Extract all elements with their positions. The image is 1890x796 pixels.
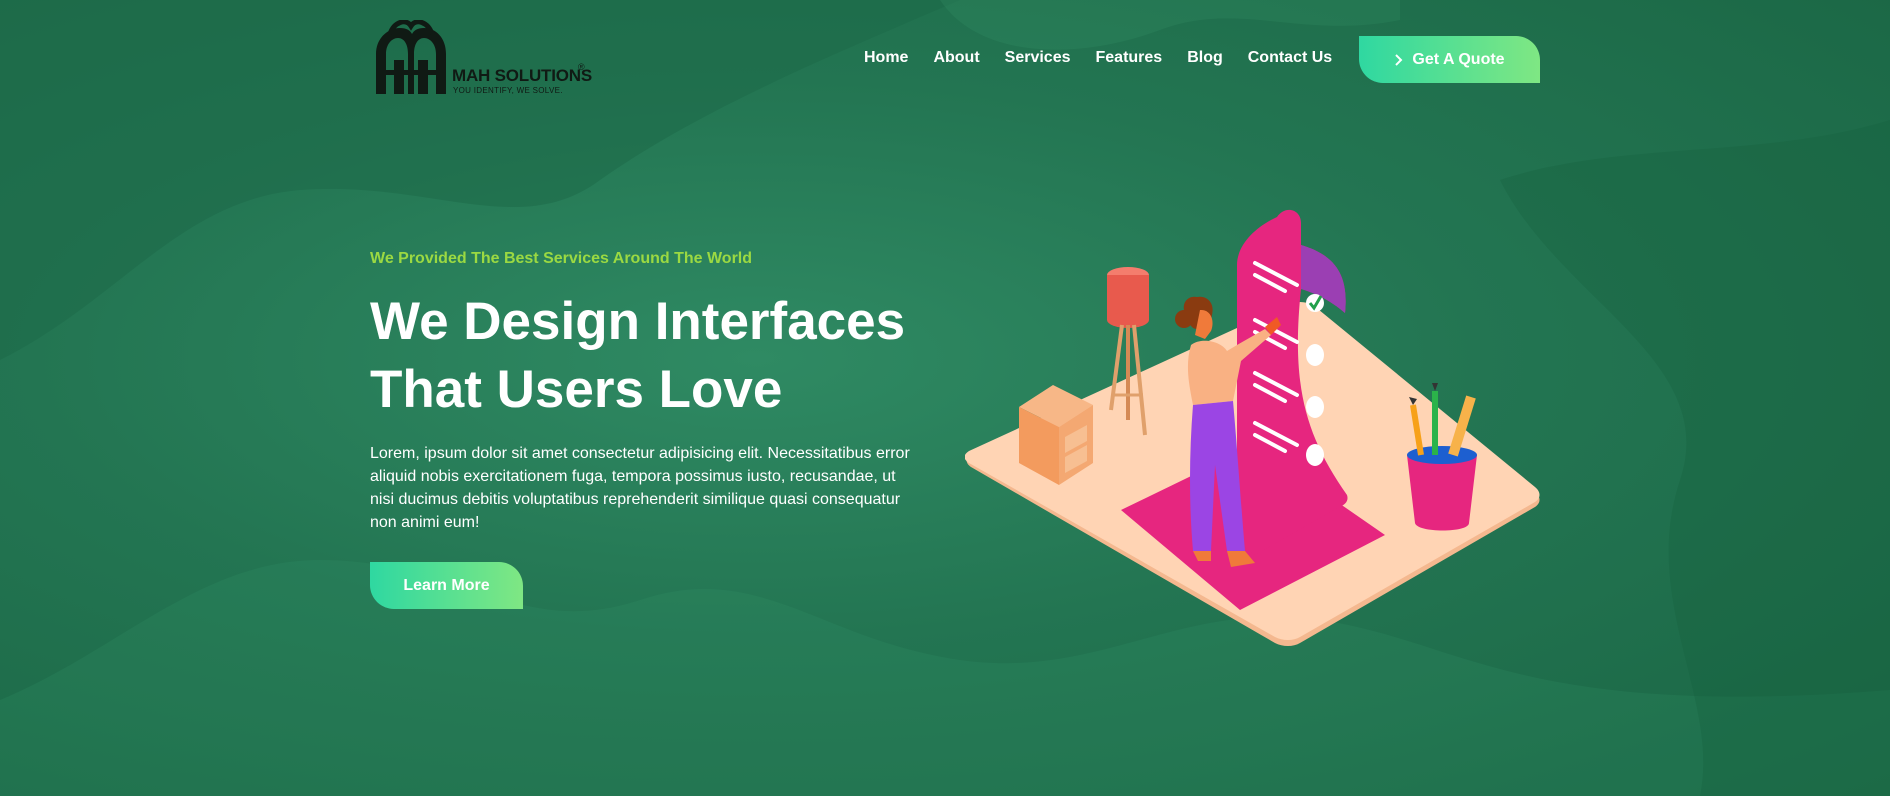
hero-illustration <box>965 209 1540 646</box>
registered-mark: ® <box>578 62 585 72</box>
brand-tagline: YOU IDENTIFY, WE SOLVE. <box>453 86 563 95</box>
nav-blog[interactable]: Blog <box>1187 49 1223 67</box>
brand-logo[interactable]: MAH SOLUTIONS ® YOU IDENTIFY, WE SOLVE. <box>370 20 593 100</box>
nav-contact-us[interactable]: Contact Us <box>1248 49 1332 67</box>
nav-services[interactable]: Services <box>1005 49 1071 67</box>
chevron-right-icon <box>1395 53 1403 66</box>
hero-headline-line-2: That Users Love <box>370 360 783 419</box>
get-a-quote-button[interactable]: Get A Quote <box>1359 36 1540 83</box>
nav-features[interactable]: Features <box>1096 49 1163 67</box>
nav-about[interactable]: About <box>933 49 979 67</box>
logo-mark-icon <box>376 20 446 94</box>
brand-name: MAH SOLUTIONS <box>452 66 593 85</box>
get-a-quote-label: Get A Quote <box>1412 50 1505 68</box>
hero-description: Lorem, ipsum dolor sit amet consectetur … <box>370 445 910 531</box>
hero-headline-line-1: We Design Interfaces <box>370 292 906 351</box>
learn-more-button[interactable]: Learn More <box>370 562 523 609</box>
hero-subtitle: We Provided The Best Services Around The… <box>370 250 753 267</box>
nav-home[interactable]: Home <box>864 49 908 67</box>
hero-headline: We Design Interfaces That Users Love <box>370 288 930 424</box>
main-nav: Home About Services Features Blog Contac… <box>864 49 1357 67</box>
